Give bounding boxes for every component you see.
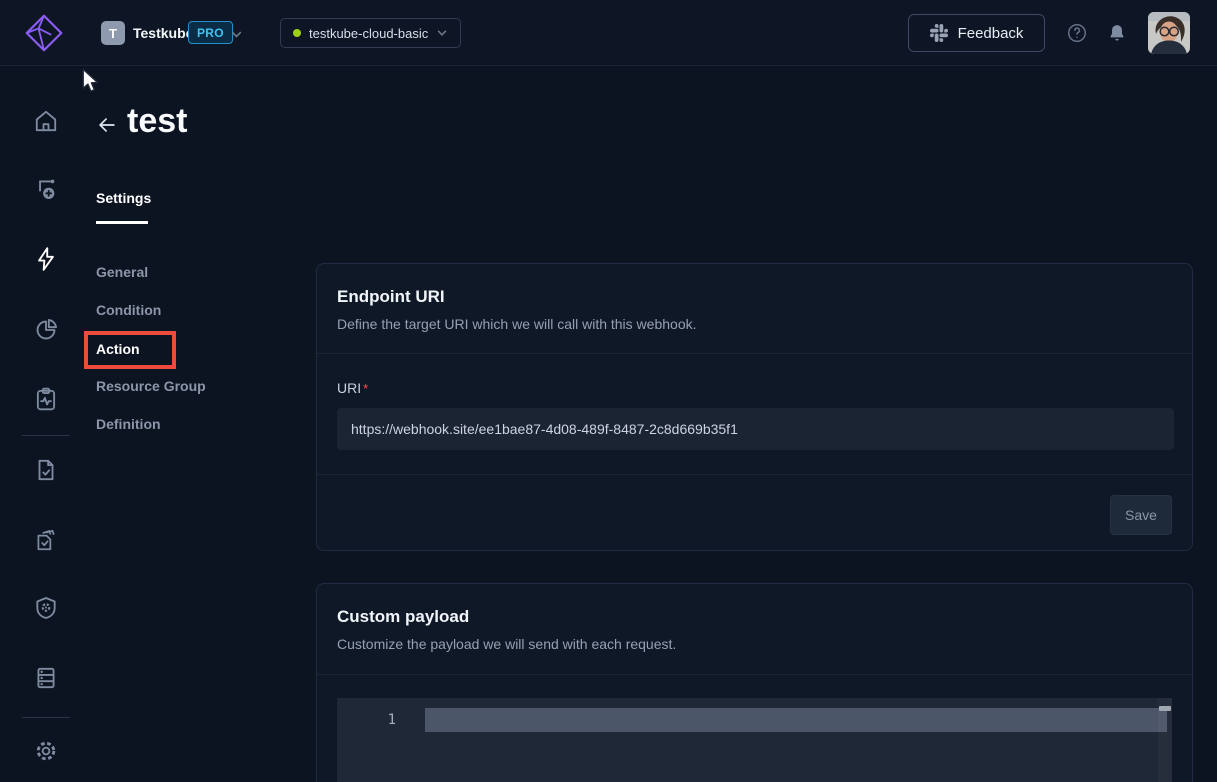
sidebar-item-test-health[interactable] [33,386,59,412]
sidebar-item-tests[interactable] [33,457,59,483]
environment-selector[interactable]: testkube-cloud-basic [280,18,461,48]
section-nav-action[interactable]: Action [96,341,140,357]
notifications-bell-icon[interactable] [1106,22,1128,44]
uri-field-label: URI [337,380,361,396]
sidebar-item-test-suites[interactable] [33,527,59,553]
save-button[interactable]: Save [1110,495,1172,535]
tab-settings[interactable]: Settings [96,190,151,206]
sidebar-item-settings[interactable] [33,738,59,764]
card-header: Endpoint URI Define the target URI which… [317,264,1192,353]
payload-code-editor[interactable]: 1 [337,698,1172,782]
sidebar-rail [0,66,92,782]
app-root: T Testkube PRO testkube-cloud-basic Feed… [0,0,1217,782]
sidebar-item-insights[interactable] [33,317,59,343]
help-icon[interactable] [1066,22,1088,44]
slack-icon [930,24,948,42]
editor-scrollbar[interactable] [1158,698,1172,782]
sidebar-item-sources[interactable] [33,665,59,691]
card-header: Custom payload Customize the payload we … [317,584,1192,673]
uri-input[interactable] [337,408,1174,450]
user-avatar[interactable] [1148,12,1190,54]
org-chevron-down-icon[interactable] [230,28,243,46]
feedback-label: Feedback [958,25,1024,42]
env-chevron-down-icon [436,27,448,39]
editor-selection-highlight [425,708,1167,732]
endpoint-uri-card: Endpoint URI Define the target URI which… [316,263,1193,551]
section-nav-general[interactable]: General [96,264,148,280]
card-title: Custom payload [337,607,1172,627]
environment-name: testkube-cloud-basic [309,26,428,41]
tab-active-underline [96,221,148,224]
page-title: test [127,102,187,141]
section-nav-condition[interactable]: Condition [96,302,161,318]
sidebar-item-executors[interactable] [33,595,59,621]
section-nav-definition[interactable]: Definition [96,416,161,432]
card-description: Customize the payload we will send with … [337,636,1172,652]
sidebar-divider [22,717,70,718]
feedback-button[interactable]: Feedback [908,14,1045,52]
divider [317,674,1192,675]
sidebar-item-triggers[interactable] [33,176,59,202]
pro-plan-badge: PRO [188,21,233,44]
org-avatar[interactable]: T [101,21,125,45]
sidebar-divider [22,435,70,436]
top-bar: T Testkube PRO testkube-cloud-basic Feed… [0,0,1217,66]
required-asterisk: * [363,381,368,396]
testkube-logo-icon[interactable] [24,13,64,53]
custom-payload-card: Custom payload Customize the payload we … [316,583,1193,782]
section-nav-resource-group[interactable]: Resource Group [96,378,206,394]
sidebar-item-webhooks[interactable] [33,246,59,272]
card-title: Endpoint URI [337,287,1172,307]
sidebar-item-home[interactable] [33,108,59,134]
uri-field-section: URI* [317,354,1192,474]
card-footer: Save [317,475,1192,554]
card-description: Define the target URI which we will call… [337,316,1172,332]
back-button[interactable] [96,114,120,138]
env-status-dot-icon [293,29,301,37]
org-name: Testkube [133,25,193,41]
editor-line-number: 1 [337,708,425,732]
editor-scrollbar-thumb[interactable] [1159,706,1171,711]
